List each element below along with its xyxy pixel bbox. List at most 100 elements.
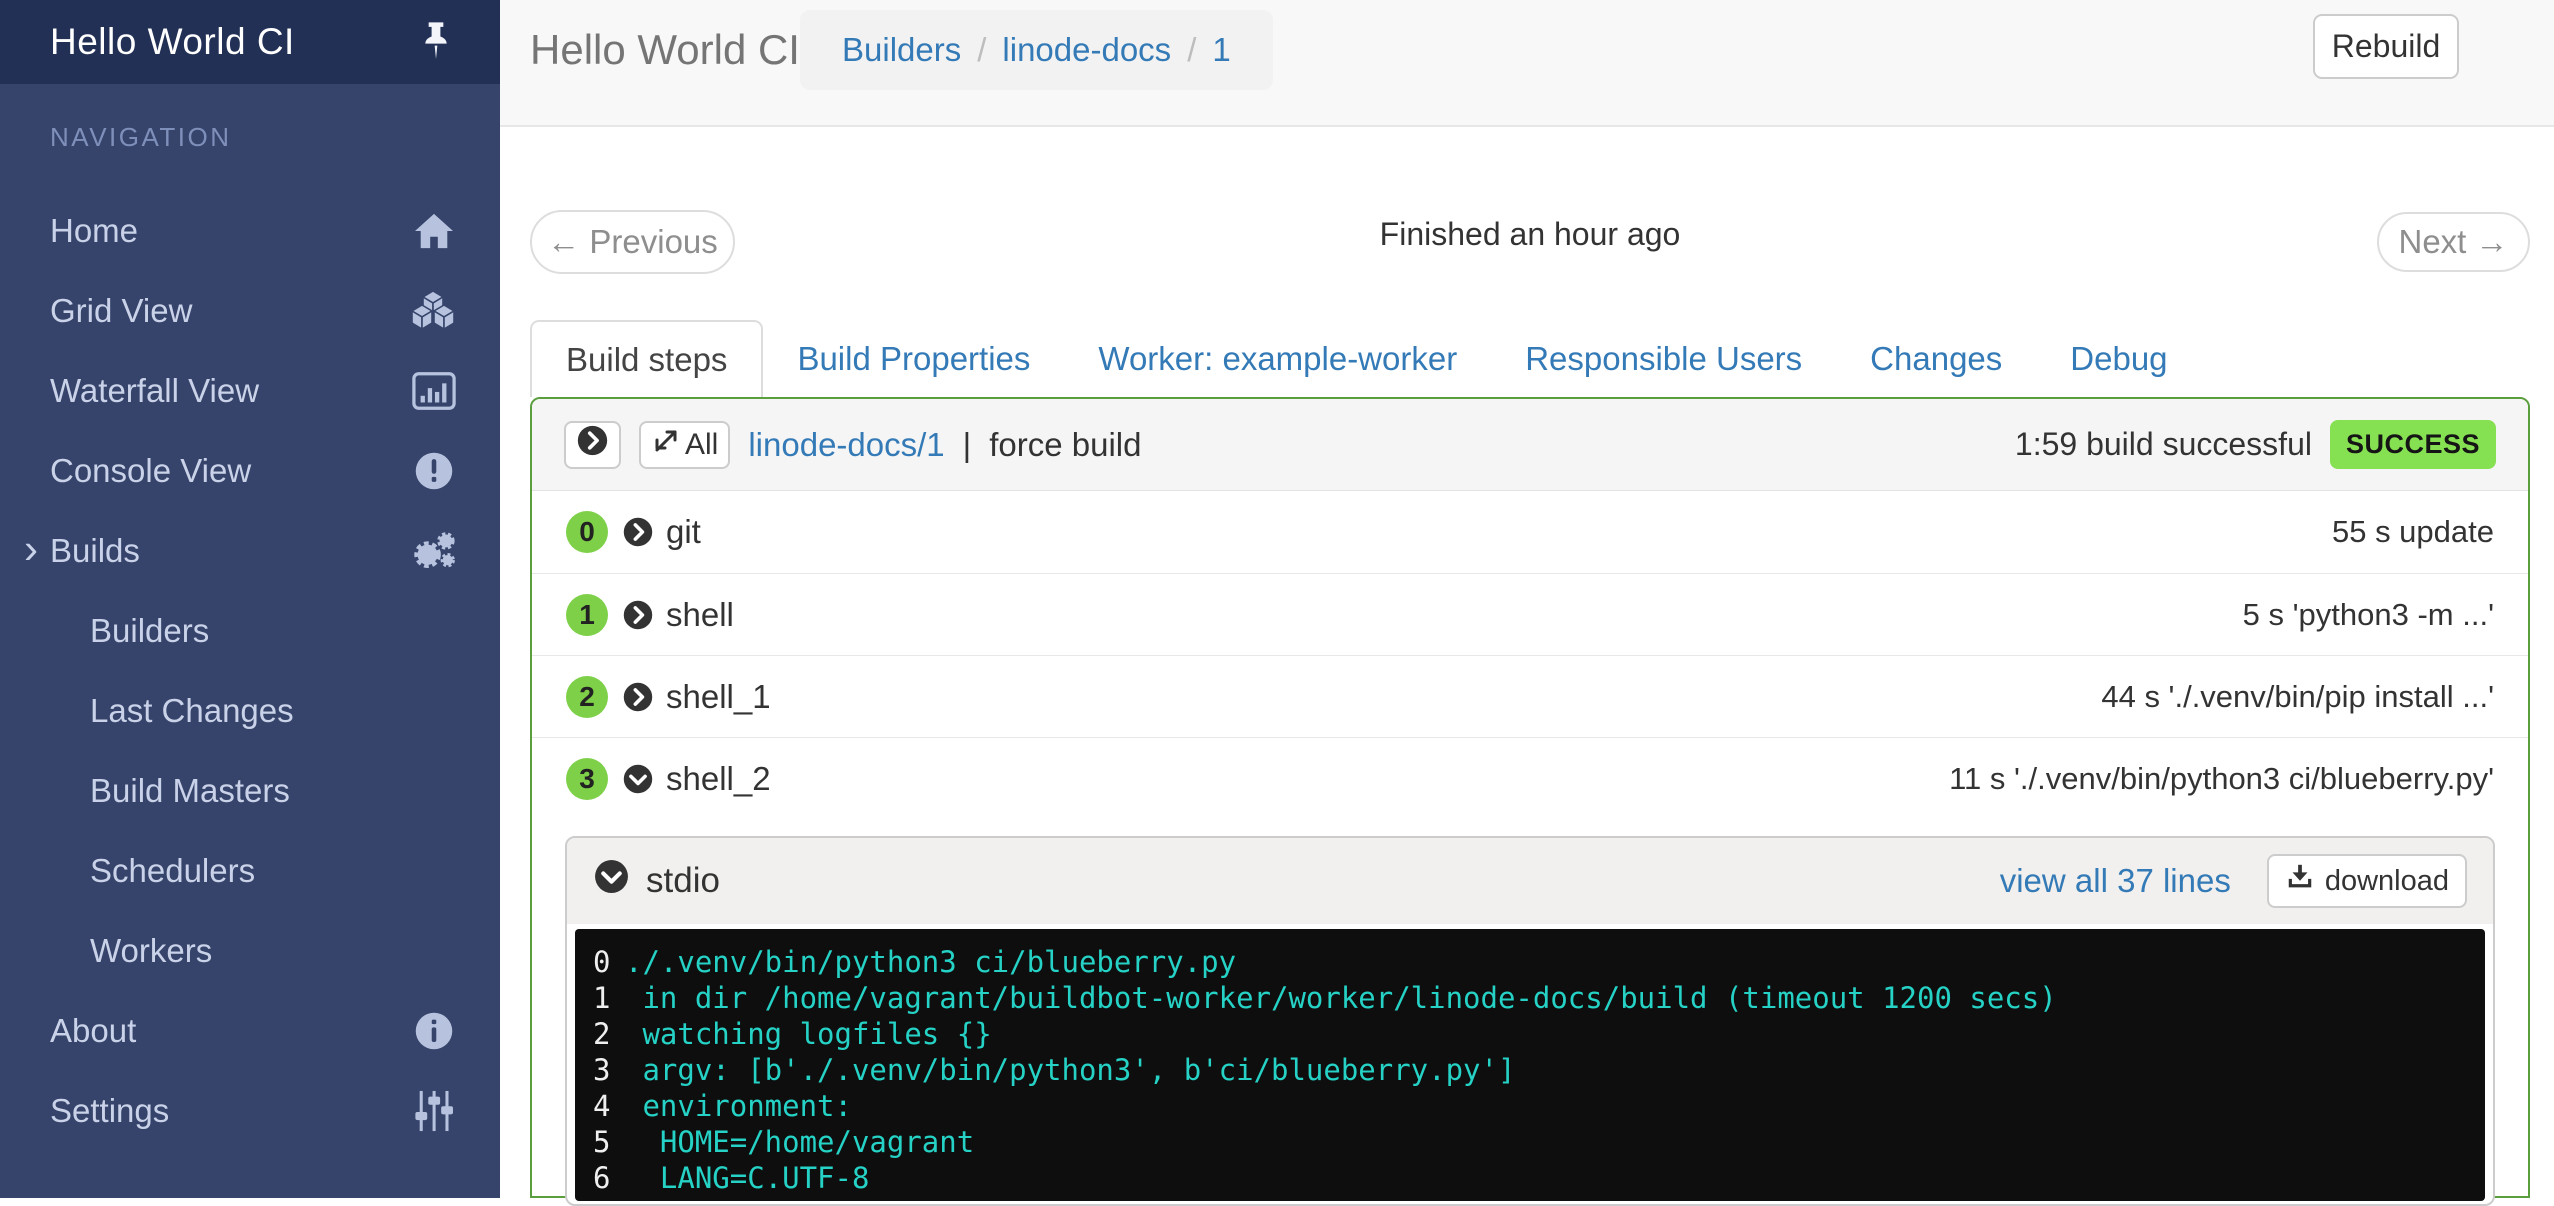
log-line: 3 argv: [b'./.venv/bin/python3', b'ci/bl…	[593, 1052, 2485, 1088]
sidebar-item-label: Builds	[50, 532, 140, 570]
chevron-down-circle-icon	[622, 763, 654, 795]
step-name: shell	[666, 596, 734, 634]
step-detail: 55 s update	[2332, 514, 2494, 550]
sidebar-item-label: Grid View	[50, 292, 192, 330]
sidebar-item-label: Settings	[50, 1092, 169, 1130]
step-detail: 5 s 'python3 -m ...'	[2243, 597, 2494, 633]
sidebar-item-workers[interactable]: Workers	[0, 911, 500, 991]
navigation-section-label: NAVIGATION	[50, 122, 500, 153]
sidebar-item-waterfall-view[interactable]: Waterfall View	[0, 351, 500, 431]
build-reason: force build	[989, 426, 1141, 464]
log-line-text: LANG=C.UTF-8	[625, 1160, 869, 1196]
sidebar-item-console-view[interactable]: Console View	[0, 431, 500, 511]
tab-changes[interactable]: Changes	[1836, 320, 2036, 397]
log-line-number: 4	[593, 1088, 625, 1124]
log-line-text: in dir /home/vagrant/buildbot-worker/wor…	[625, 980, 2057, 1016]
pin-sidebar-button[interactable]	[418, 21, 454, 64]
log-line-number: 5	[593, 1124, 625, 1160]
sidebar-item-home[interactable]: Home	[0, 191, 500, 271]
stdio-header[interactable]: stdio view all 37 lines download	[567, 838, 2493, 924]
bar-chart-icon	[412, 369, 456, 413]
reason-separator: |	[963, 426, 972, 464]
log-line: 4 environment:	[593, 1088, 2485, 1124]
exclamation-circle-icon	[412, 449, 456, 493]
view-all-lines-link[interactable]: view all 37 lines	[2000, 862, 2231, 900]
sidebar-header: Hello World CI	[0, 0, 500, 84]
step-name: shell_2	[666, 760, 771, 798]
sidebar-item-build-masters[interactable]: Build Masters	[0, 751, 500, 831]
tab-debug[interactable]: Debug	[2036, 320, 2201, 397]
next-build-button[interactable]: Next →	[2377, 212, 2530, 272]
log-line-number: 6	[593, 1160, 625, 1196]
step-number-badge: 1	[566, 594, 608, 636]
sliders-icon	[412, 1089, 456, 1133]
stdio-title: stdio	[646, 861, 1984, 901]
build-step-row-git[interactable]: 0 git 55 s update	[532, 491, 2528, 573]
expand-all-label: All	[685, 428, 718, 462]
build-tabs: Build steps Build Properties Worker: exa…	[530, 320, 2202, 397]
tab-build-properties[interactable]: Build Properties	[763, 320, 1064, 397]
step-number-badge: 0	[566, 511, 608, 553]
chevron-right-icon: ›	[24, 525, 38, 573]
sidebar-nav: Home Grid View Waterfall View Co	[0, 191, 500, 1151]
page-title: Hello World CI	[530, 26, 800, 74]
sidebar-item-label: Workers	[90, 932, 212, 970]
build-link[interactable]: linode-docs/1	[748, 426, 944, 464]
build-step-row-shell-1[interactable]: 2 shell_1 44 s './.venv/bin/pip install …	[532, 655, 2528, 737]
breadcrumb-link-builder[interactable]: linode-docs	[1002, 31, 1171, 69]
log-line-number: 0	[593, 944, 625, 980]
tab-build-steps[interactable]: Build steps	[530, 320, 763, 397]
tab-responsible-users[interactable]: Responsible Users	[1491, 320, 1836, 397]
main-area: Hello World CI Builders / linode-docs / …	[500, 0, 2554, 1198]
step-number-badge: 2	[566, 676, 608, 718]
sidebar-item-settings[interactable]: Settings	[0, 1071, 500, 1151]
collapse-build-button[interactable]	[564, 421, 621, 469]
stdio-log-terminal[interactable]: 0./.venv/bin/python3 ci/blueberry.py 1 i…	[575, 929, 2485, 1201]
tab-worker[interactable]: Worker: example-worker	[1064, 320, 1491, 397]
build-step-row-shell-2[interactable]: 3 shell_2 11 s './.venv/bin/python3 ci/b…	[532, 737, 2528, 819]
sidebar-item-label: Schedulers	[90, 852, 255, 890]
breadcrumb-separator: /	[1187, 31, 1196, 69]
build-finished-status: Finished an hour ago	[530, 216, 2530, 253]
step-detail: 11 s './.venv/bin/python3 ci/blueberry.p…	[1949, 761, 2494, 797]
chevron-right-circle-icon	[622, 516, 654, 548]
sidebar-item-label: Console View	[50, 452, 251, 490]
sidebar-item-builders[interactable]: Builders	[0, 591, 500, 671]
expand-all-button[interactable]: All	[639, 421, 730, 469]
sidebar: Hello World CI NAVIGATION Home Grid View	[0, 0, 500, 1198]
sidebar-item-label: Builders	[90, 612, 209, 650]
cubes-icon	[412, 289, 456, 333]
sidebar-item-label: Waterfall View	[50, 372, 259, 410]
log-line: 2 watching logfiles {}	[593, 1016, 2485, 1052]
log-line-number: 2	[593, 1016, 625, 1052]
chevron-right-circle-icon	[622, 599, 654, 631]
step-name: git	[666, 513, 701, 551]
sidebar-item-grid-view[interactable]: Grid View	[0, 271, 500, 351]
sidebar-item-about[interactable]: About	[0, 991, 500, 1071]
sidebar-item-schedulers[interactable]: Schedulers	[0, 831, 500, 911]
breadcrumb-link-build-number[interactable]: 1	[1212, 31, 1230, 69]
chevron-right-circle-icon	[576, 424, 609, 465]
cogs-icon	[412, 529, 456, 573]
download-log-button[interactable]: download	[2267, 854, 2467, 908]
build-panel-header: All linode-docs/1 | force build 1:59 bui…	[532, 399, 2528, 491]
step-detail: 44 s './.venv/bin/pip install ...'	[2101, 679, 2494, 715]
log-line-number: 3	[593, 1052, 625, 1088]
breadcrumb-link-builders[interactable]: Builders	[842, 31, 961, 69]
log-line: 0./.venv/bin/python3 ci/blueberry.py	[593, 944, 2485, 980]
log-line-text: ./.venv/bin/python3 ci/blueberry.py	[625, 944, 1236, 980]
log-line: 5 HOME=/home/vagrant	[593, 1124, 2485, 1160]
build-step-row-shell[interactable]: 1 shell 5 s 'python3 -m ...'	[532, 573, 2528, 655]
app-title: Hello World CI	[50, 21, 295, 63]
expand-arrows-icon	[651, 426, 681, 464]
sidebar-item-last-changes[interactable]: Last Changes	[0, 671, 500, 751]
sidebar-item-builds[interactable]: › Builds	[0, 511, 500, 591]
log-line: 6 LANG=C.UTF-8	[593, 1160, 2485, 1196]
top-header: Hello World CI Builders / linode-docs / …	[500, 0, 2554, 127]
download-label: download	[2325, 865, 2449, 898]
breadcrumb: Builders / linode-docs / 1	[800, 10, 1273, 90]
sidebar-item-label: About	[50, 1012, 136, 1050]
sidebar-item-label: Build Masters	[90, 772, 290, 810]
rebuild-button[interactable]: Rebuild	[2313, 14, 2459, 79]
log-line-text: HOME=/home/vagrant	[625, 1124, 974, 1160]
